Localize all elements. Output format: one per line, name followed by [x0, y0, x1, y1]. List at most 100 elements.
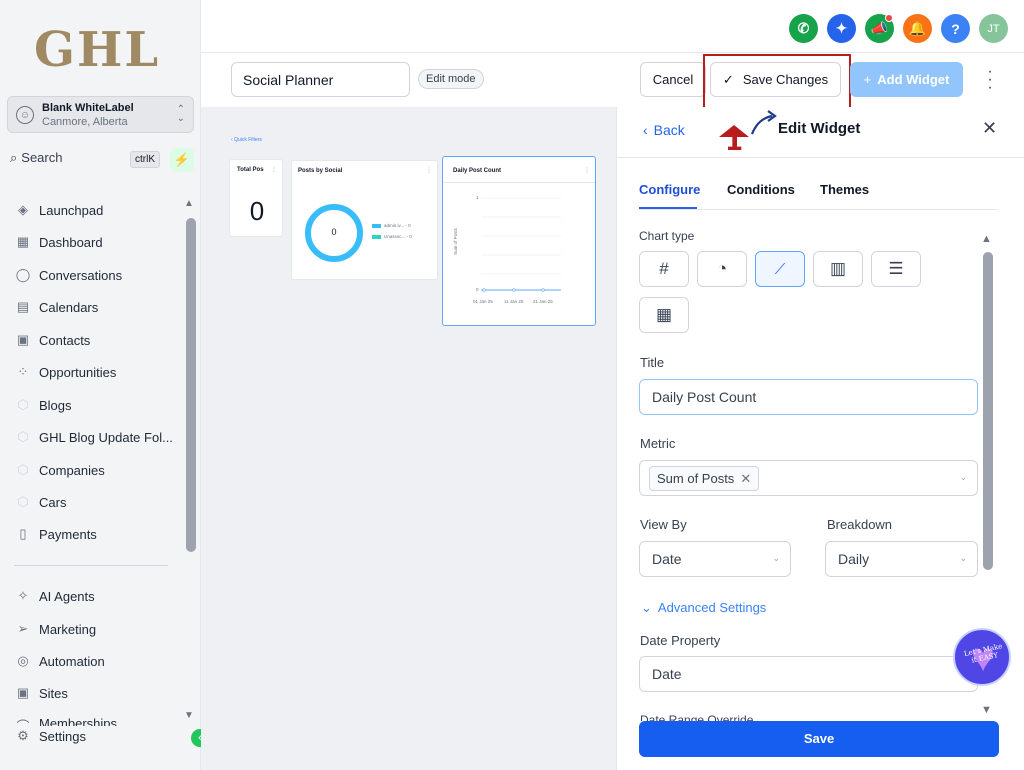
date-property-select[interactable]: Date: [639, 656, 978, 692]
hash-icon: #: [659, 259, 669, 278]
chart-type-line-button[interactable]: ⟋: [755, 251, 805, 287]
chevron-down-icon: ⌄: [772, 553, 780, 563]
help-icon[interactable]: ?: [941, 14, 970, 43]
chevron-updown-icon: ⌃ ⌄: [176, 104, 185, 124]
sidebar-item-dashboard[interactable]: ▦ Dashboard: [14, 232, 184, 252]
sidebar-item-sites[interactable]: ▣ Sites: [14, 683, 184, 703]
sidebar-item-marketing[interactable]: ➢ Marketing: [14, 619, 184, 639]
sidebar-scrollbar[interactable]: [186, 218, 196, 552]
chart-type-table-button[interactable]: ▦: [639, 297, 689, 333]
edit-mode-badge: Edit mode: [418, 69, 484, 89]
dashboard-name-input[interactable]: Social Planner: [231, 62, 410, 97]
phone-icon[interactable]: ✆: [789, 14, 818, 43]
metric-chip[interactable]: Sum of Posts ✕: [649, 466, 760, 491]
tab-configure[interactable]: Configure: [639, 182, 700, 197]
sidebar-item-automation[interactable]: ◎ Automation: [14, 651, 184, 671]
sidebar-item-label: Automation: [39, 653, 105, 669]
sparkle-icon: ✧: [17, 588, 29, 603]
sidebar-scroll-up-icon[interactable]: ▲: [184, 198, 194, 209]
sidebar-divider: [14, 565, 168, 566]
user-avatar[interactable]: JT: [979, 14, 1008, 43]
chart-type-pie-button[interactable]: ◔: [697, 251, 747, 287]
top-icon-bar: ✆ ✦ 📣 🔔 ? JT: [789, 14, 1008, 43]
sidebar-item-label: Cars: [39, 494, 67, 510]
widget-menu-icon[interactable]: ⋮: [584, 167, 590, 174]
search-label: Search: [21, 150, 63, 165]
chart-type-horizontal-bar-button[interactable]: ☰: [871, 251, 921, 287]
search-shortcut: ctrlK: [130, 151, 160, 168]
calendar-icon: ▤: [16, 299, 30, 314]
sidebar-item-payments[interactable]: ▯ Payments: [14, 524, 184, 544]
sidebar-item-calendars[interactable]: ▤ Calendars: [14, 297, 184, 317]
remove-chip-icon[interactable]: ✕: [740, 471, 751, 486]
donut-center-value: 0: [331, 227, 337, 237]
panel-scrollbar[interactable]: [983, 252, 993, 570]
bell-icon[interactable]: 🔔: [903, 14, 932, 43]
arrow-curve: [750, 114, 773, 135]
magic-wand-icon[interactable]: ✦: [827, 14, 856, 43]
account-switcher[interactable]: ☺ Blank WhiteLabel Canmore, Alberta ⌃ ⌄: [7, 96, 194, 133]
chart-type-label: Chart type: [639, 229, 695, 243]
highlight-box: [703, 54, 851, 109]
chevron-left-icon: ‹: [643, 122, 648, 138]
chevron-down-icon: ⌄: [641, 600, 652, 615]
widget-title: Total Pos: [237, 167, 264, 173]
sidebar-item-settings[interactable]: ⚙ Settings: [14, 726, 184, 746]
quick-action-bolt-icon[interactable]: ⚡: [170, 148, 194, 172]
cancel-button[interactable]: Cancel: [640, 62, 706, 97]
breakdown-select[interactable]: Daily ⌄: [825, 541, 978, 577]
tab-conditions[interactable]: Conditions: [727, 182, 795, 197]
advanced-settings-label: Advanced Settings: [657, 600, 767, 615]
sidebar-item-label: Sites: [39, 685, 68, 701]
save-button[interactable]: Save: [639, 721, 999, 757]
sidebar-item-label: AI Agents: [39, 588, 95, 604]
back-label: Back: [653, 122, 685, 138]
sidebar-item-blogs[interactable]: ⬡ Blogs: [14, 395, 184, 415]
megaphone-icon[interactable]: 📣: [865, 14, 894, 43]
table-icon: ▦: [655, 305, 673, 324]
panel-scroll-down-icon[interactable]: ▼: [981, 704, 992, 716]
sidebar-item-ghl-blog-update[interactable]: ⬡ GHL Blog Update Fol...: [14, 427, 184, 447]
widget-menu-icon[interactable]: ⋮: [426, 167, 432, 174]
sidebar-item-contacts[interactable]: ▣ Contacts: [14, 330, 184, 350]
sidebar-item-cars[interactable]: ⬡ Cars: [14, 492, 184, 512]
sidebar-item-opportunities[interactable]: ⁘ Opportunities: [14, 362, 184, 382]
more-options-icon[interactable]: · · ·: [984, 64, 996, 96]
widget-posts-by-social[interactable]: Posts by Social ⋮ 0 admin.iv... - 0 Unas…: [291, 160, 438, 280]
widget-menu-icon[interactable]: ⋮: [271, 166, 277, 173]
sidebar-item-label: Companies: [39, 462, 105, 478]
add-widget-button[interactable]: + Add Widget: [850, 62, 963, 97]
quick-filters-label: Quick Filters: [234, 137, 262, 143]
date-range-override-label: Date Range Override: [640, 713, 754, 721]
sidebar-scroll-down-icon[interactable]: ▼: [184, 710, 194, 721]
view-by-select[interactable]: Date ⌄: [639, 541, 791, 577]
brand-logo[interactable]: GHL: [34, 22, 160, 78]
sidebar-item-conversations[interactable]: ◯ Conversations: [14, 265, 184, 285]
widget-total-posts[interactable]: Total Pos ⋮ 0: [229, 159, 283, 237]
chevron-down-icon: ⌄: [959, 553, 967, 563]
view-by-label: View By: [640, 517, 687, 532]
chevron-down-icon: ⌄: [959, 472, 967, 482]
x-tick-label: 11 Jan 25: [504, 299, 524, 304]
quick-filters-link[interactable]: ‹ Quick Filters: [231, 137, 262, 143]
floating-help-badge[interactable]: ♥ Let's Make it EASY: [953, 628, 1011, 686]
back-button[interactable]: ‹ Back: [643, 122, 685, 138]
sidebar-item-launchpad[interactable]: ◈ Launchpad: [14, 200, 184, 220]
tab-themes[interactable]: Themes: [820, 182, 869, 197]
y-tick-label: 1: [476, 195, 479, 200]
panel-scroll-up-icon[interactable]: ▲: [981, 233, 992, 245]
advanced-settings-toggle[interactable]: ⌄ Advanced Settings: [641, 600, 766, 616]
contacts-icon: ▣: [16, 332, 30, 347]
close-icon[interactable]: ✕: [982, 118, 997, 139]
sidebar-item-companies[interactable]: ⬡ Companies: [14, 460, 184, 480]
sidebar-item-ai-agents[interactable]: ✧ AI Agents: [14, 586, 184, 606]
cube-icon: ⬡: [17, 429, 29, 444]
app-window: GHL ☺ Blank WhiteLabel Canmore, Alberta …: [0, 0, 1024, 770]
chart-type-bar-button[interactable]: ▥: [813, 251, 863, 287]
chart-type-number-button[interactable]: #: [639, 251, 689, 287]
title-input[interactable]: Daily Post Count: [639, 379, 978, 415]
widget-daily-post-count[interactable]: Daily Post Count ⋮ 1 0 Sum of Posts 01 J…: [442, 156, 596, 326]
account-name: Blank WhiteLabel: [42, 102, 134, 114]
sidebar-item-memberships[interactable]: ⌒ Memberships: [14, 716, 184, 726]
cube-icon: ⬡: [17, 397, 29, 412]
